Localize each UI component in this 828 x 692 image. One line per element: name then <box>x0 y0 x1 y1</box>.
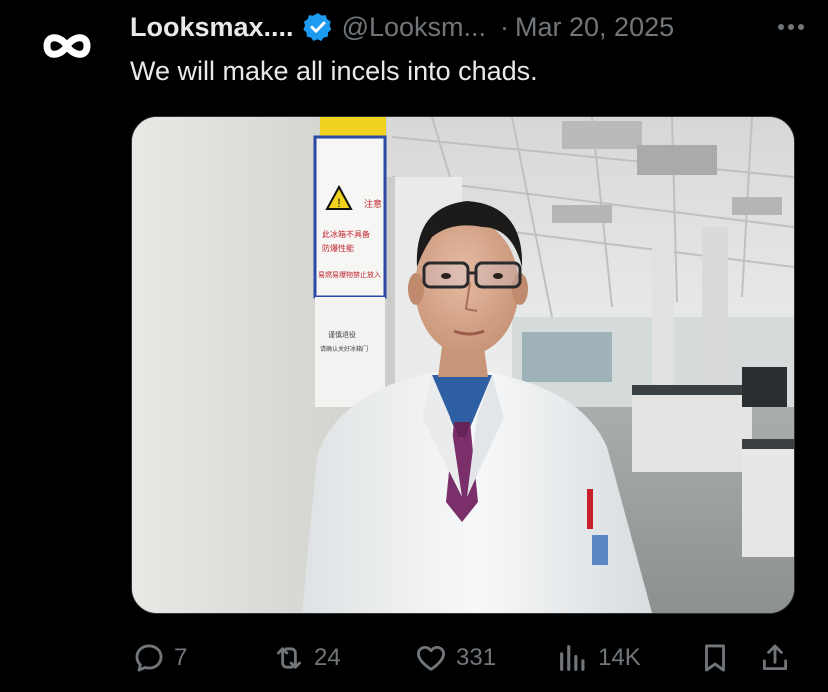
verified-badge-icon <box>302 11 334 43</box>
sign-text-top: 注意 <box>364 198 382 210</box>
reply-button[interactable]: 7 <box>132 628 187 688</box>
tweet-header: Looksmax.... @Looksm... · Mar 20, 2025 <box>130 10 808 44</box>
author-avatar[interactable] <box>34 20 100 72</box>
sign-text-line-3: 易燃易爆物禁止放入 <box>318 270 381 279</box>
lab-photo: ! 注意 此冰箱不具备 防爆性能 易燃易爆物禁止放入 谨慎退役 请确认关好冰箱门 <box>132 117 794 613</box>
paper-text-line-2: 请确认关好冰箱门 <box>320 345 368 353</box>
author-name[interactable]: Looksmax.... <box>130 12 294 43</box>
retweet-count: 24 <box>314 644 341 671</box>
more-dots-icon <box>778 24 804 30</box>
infinity-logo-icon <box>43 34 91 58</box>
retweet-icon <box>276 647 302 669</box>
bookmark-button[interactable] <box>698 628 732 688</box>
sign-text-line-2: 防爆性能 <box>322 243 354 253</box>
author-handle[interactable]: @Looksm... <box>342 12 486 43</box>
sign-text-line-1: 此冰箱不具备 <box>322 229 370 239</box>
reply-count: 7 <box>174 644 188 671</box>
tweet-text: We will make all incels into chads. <box>130 56 538 86</box>
bookmark-icon <box>705 644 725 672</box>
retweet-button[interactable]: 24 <box>272 628 341 688</box>
views-count: 14K <box>598 644 641 671</box>
views-chart-icon <box>560 645 585 671</box>
separator-dot: · <box>500 11 510 42</box>
share-button[interactable] <box>758 628 792 688</box>
share-icon <box>762 644 788 671</box>
svg-text:!: ! <box>337 196 340 210</box>
like-count: 331 <box>456 644 497 671</box>
tweet-media-image[interactable]: ! 注意 此冰箱不具备 防爆性能 易燃易爆物禁止放入 谨慎退役 请确认关好冰箱门 <box>131 116 795 614</box>
heart-icon <box>417 645 445 671</box>
tweet-action-bar: 7 24 331 14K <box>0 628 828 688</box>
more-options-button[interactable] <box>774 10 808 44</box>
views-button[interactable]: 14K <box>556 628 641 688</box>
tweet-date[interactable]: Mar 20, 2025 <box>515 12 674 43</box>
like-button[interactable]: 331 <box>414 628 496 688</box>
paper-text-line-1: 谨慎退役 <box>328 330 356 339</box>
reply-icon <box>135 644 163 672</box>
